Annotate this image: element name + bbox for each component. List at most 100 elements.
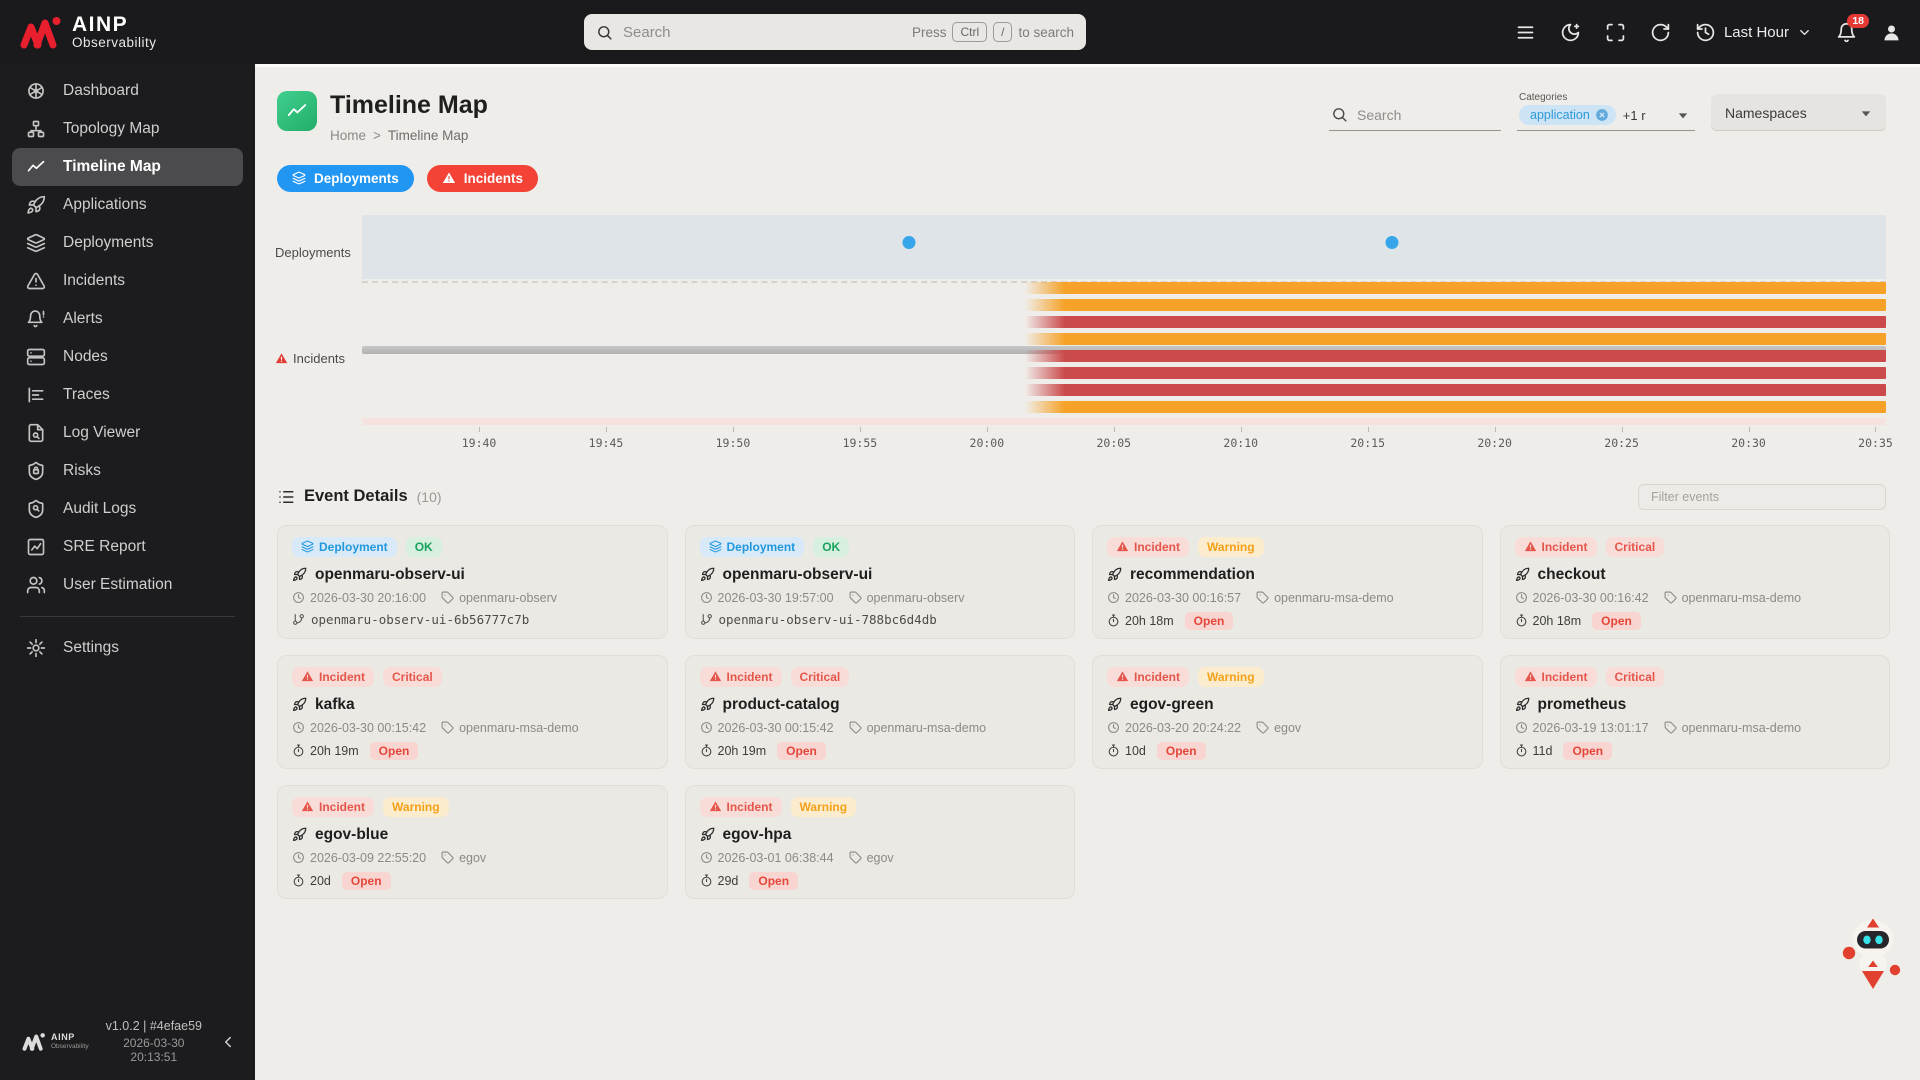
event-namespace: egov — [849, 851, 894, 865]
sidebar-item-user-estimation[interactable]: User Estimation — [12, 566, 243, 604]
sidebar-item-deployments[interactable]: Deployments — [12, 224, 243, 262]
chart-row-label-incidents: Incidents — [275, 351, 345, 366]
sidebar-item-log-viewer[interactable]: Log Viewer — [12, 414, 243, 452]
dashboard-icon — [26, 81, 46, 101]
legend-deployments[interactable]: Deployments — [277, 165, 414, 192]
tag-icon — [849, 721, 862, 734]
sidebar-item-label: Topology Map — [63, 120, 160, 138]
deployment-dot[interactable] — [903, 236, 916, 249]
incident-bar-warning[interactable] — [1025, 282, 1886, 294]
categories-filter[interactable]: Categories application +1 r — [1517, 92, 1695, 131]
layers-icon — [709, 540, 722, 553]
dark-mode-toggle[interactable] — [1560, 22, 1581, 43]
timeline-icon — [286, 100, 308, 122]
event-timestamp: 2026-03-30 20:16:00 — [292, 591, 426, 605]
event-card[interactable]: Incident Critical prometheus 2026-03-19 … — [1500, 655, 1891, 769]
sidebar-item-risks[interactable]: Risks — [12, 452, 243, 490]
nodes-icon — [26, 347, 46, 367]
sidebar-item-settings[interactable]: Settings — [12, 629, 243, 667]
legend-incidents[interactable]: Incidents — [427, 165, 538, 192]
sidebar-item-applications[interactable]: Applications — [12, 186, 243, 224]
rocket-icon — [700, 827, 715, 842]
severity-badge: OK — [406, 537, 442, 557]
sidebar-item-label: Settings — [63, 639, 119, 657]
search-icon — [1331, 106, 1348, 123]
footer-logo: AINP Observability — [22, 1032, 89, 1051]
event-type-badge: Incident — [292, 667, 374, 687]
refresh-icon — [1650, 22, 1671, 43]
axis-tick — [860, 427, 861, 432]
user-profile-button[interactable] — [1881, 22, 1902, 43]
incident-bar-warning[interactable] — [1025, 299, 1886, 311]
list-icon — [277, 488, 295, 506]
event-card[interactable]: Incident Warning egov-green 2026-03-20 2… — [1092, 655, 1483, 769]
close-icon[interactable] — [1595, 108, 1609, 122]
event-timestamp: 2026-03-30 19:57:00 — [700, 591, 834, 605]
assistant-mascot[interactable] — [1839, 912, 1907, 990]
deployment-dot[interactable] — [1386, 236, 1399, 249]
event-card[interactable]: Deployment OK openmaru-observ-ui 2026-03… — [277, 525, 668, 639]
refresh-button[interactable] — [1650, 22, 1671, 43]
event-namespace: openmaru-msa-demo — [1664, 721, 1802, 735]
sidebar-item-nodes[interactable]: Nodes — [12, 338, 243, 376]
sidebar-item-incidents[interactable]: Incidents — [12, 262, 243, 300]
sidebar-item-label: Risks — [63, 462, 101, 480]
time-range-selector[interactable]: Last Hour — [1695, 22, 1812, 43]
axis-tick — [1241, 427, 1242, 432]
event-duration: 29d — [700, 874, 739, 888]
app-logo[interactable]: AINP Observability — [0, 14, 255, 51]
incident-bar-critical[interactable] — [1025, 350, 1886, 362]
event-card[interactable]: Deployment OK openmaru-observ-ui 2026-03… — [685, 525, 1076, 639]
event-card[interactable]: Incident Warning recommendation 2026-03-… — [1092, 525, 1483, 639]
sidebar-item-dashboard[interactable]: Dashboard — [12, 72, 243, 110]
sidebar-item-label: Dashboard — [63, 82, 139, 100]
sidebar-collapse-button[interactable] — [219, 1033, 237, 1051]
event-card[interactable]: Incident Warning egov-hpa 2026-03-01 06:… — [685, 785, 1076, 899]
notifications-button[interactable]: 18 — [1836, 22, 1857, 43]
menu-button[interactable] — [1515, 22, 1536, 43]
filter-events-input[interactable] — [1638, 484, 1886, 510]
event-card[interactable]: Incident Critical checkout 2026-03-30 00… — [1500, 525, 1891, 639]
breadcrumb-home[interactable]: Home — [330, 128, 366, 143]
incident-bar-warning[interactable] — [1025, 401, 1886, 413]
category-chip-application[interactable]: application — [1519, 105, 1616, 125]
namespaces-select[interactable]: Namespaces — [1711, 94, 1886, 131]
event-card[interactable]: Incident Critical product-catalog 2026-0… — [685, 655, 1076, 769]
incident-bar-critical[interactable] — [1025, 384, 1886, 396]
timeline-chart: Deployments Incidents 19:4019:4519:5019:… — [255, 215, 1920, 457]
sidebar-item-sre-report[interactable]: SRE Report — [12, 528, 243, 566]
sidebar-item-label: Applications — [63, 196, 147, 214]
global-search-input[interactable] — [623, 24, 902, 41]
sidebar-item-alerts[interactable]: Alerts — [12, 300, 243, 338]
warning-icon — [1116, 670, 1129, 683]
sidebar-item-traces[interactable]: Traces — [12, 376, 243, 414]
event-card[interactable]: Incident Warning egov-blue 2026-03-09 22… — [277, 785, 668, 899]
incident-bar-critical[interactable] — [1025, 367, 1886, 379]
sidebar-item-topology-map[interactable]: Topology Map — [12, 110, 243, 148]
robot-icon — [1839, 912, 1907, 990]
sidebar-item-label: Audit Logs — [63, 500, 136, 518]
incident-bar-warning[interactable] — [1025, 333, 1886, 345]
event-type-badge: Incident — [700, 797, 782, 817]
chart-row-label-deployments: Deployments — [275, 245, 351, 260]
sidebar-item-audit-logs[interactable]: Audit Logs — [12, 490, 243, 528]
clock-icon — [1107, 591, 1120, 604]
event-timestamp: 2026-03-30 00:15:42 — [700, 721, 834, 735]
fullscreen-button[interactable] — [1605, 22, 1626, 43]
event-namespace: openmaru-msa-demo — [1664, 591, 1802, 605]
log-viewer-icon — [26, 423, 46, 443]
deployments-band — [362, 215, 1886, 279]
status-badge: Open — [342, 872, 391, 890]
git-branch-icon — [700, 613, 713, 626]
page-search-input[interactable] — [1357, 107, 1499, 123]
page-search[interactable] — [1329, 99, 1501, 131]
search-icon — [596, 24, 613, 41]
warning-icon — [709, 800, 722, 813]
sidebar-item-timeline-map[interactable]: Timeline Map — [12, 148, 243, 186]
stopwatch-icon — [292, 744, 305, 757]
incident-bar-critical[interactable] — [1025, 316, 1886, 328]
event-card[interactable]: Incident Critical kafka 2026-03-30 00:15… — [277, 655, 668, 769]
chevron-down-icon — [1797, 25, 1812, 40]
global-search[interactable]: Press Ctrl / to search — [584, 14, 1086, 50]
dropdown-arrow-icon[interactable] — [1673, 105, 1693, 125]
